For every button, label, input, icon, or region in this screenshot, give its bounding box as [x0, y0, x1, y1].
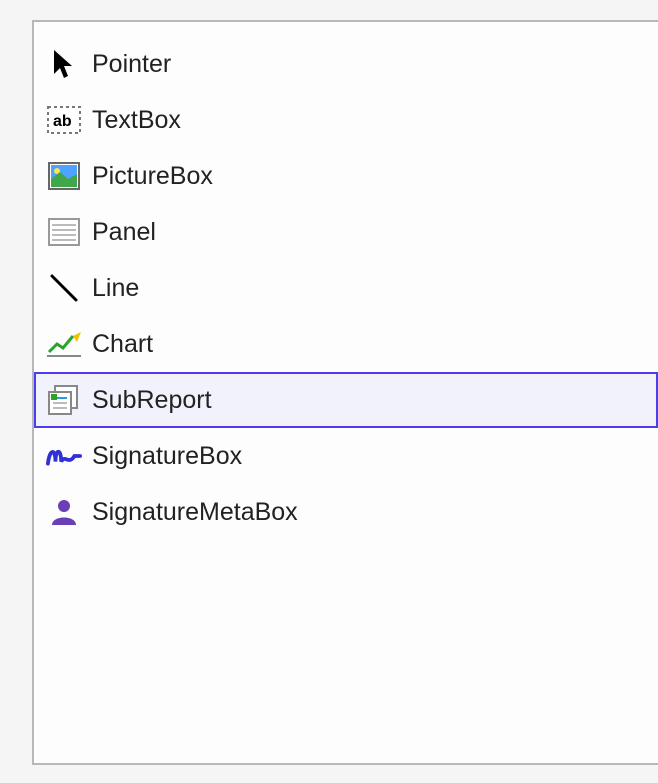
toolbox-item-label: SubReport	[92, 386, 212, 415]
toolbox-item-line[interactable]: Line	[34, 260, 658, 316]
line-icon	[46, 270, 82, 306]
textbox-icon: ab	[46, 102, 82, 138]
subreport-icon	[46, 382, 82, 418]
toolbox-item-label: PictureBox	[92, 162, 213, 191]
chart-icon	[46, 326, 82, 362]
picturebox-icon	[46, 158, 82, 194]
toolbox-item-chart[interactable]: Chart	[34, 316, 658, 372]
toolbox-item-label: Chart	[92, 330, 153, 359]
toolbox-item-picturebox[interactable]: PictureBox	[34, 148, 658, 204]
toolbox-item-subreport[interactable]: SubReport	[34, 372, 658, 428]
toolbox-item-label: Pointer	[92, 50, 171, 79]
toolbox-item-panel[interactable]: Panel	[34, 204, 658, 260]
toolbox-item-signaturebox[interactable]: SignatureBox	[34, 428, 658, 484]
pointer-icon	[46, 46, 82, 82]
toolbox-item-label: Line	[92, 274, 139, 303]
toolbox-item-signaturemetabox[interactable]: SignatureMetaBox	[34, 484, 658, 540]
toolbox-item-label: SignatureMetaBox	[92, 498, 298, 527]
toolbox-item-label: TextBox	[92, 106, 181, 135]
toolbox-panel: Pointer ab TextBox PictureBox	[32, 20, 658, 765]
toolbox-item-textbox[interactable]: ab TextBox	[34, 92, 658, 148]
toolbox-item-pointer[interactable]: Pointer	[34, 36, 658, 92]
signaturebox-icon	[46, 438, 82, 474]
signaturemetabox-icon	[46, 494, 82, 530]
panel-icon	[46, 214, 82, 250]
toolbox-item-label: SignatureBox	[92, 442, 242, 471]
toolbox-list: Pointer ab TextBox PictureBox	[34, 36, 658, 540]
toolbox-item-label: Panel	[92, 218, 156, 247]
svg-text:ab: ab	[53, 113, 72, 130]
